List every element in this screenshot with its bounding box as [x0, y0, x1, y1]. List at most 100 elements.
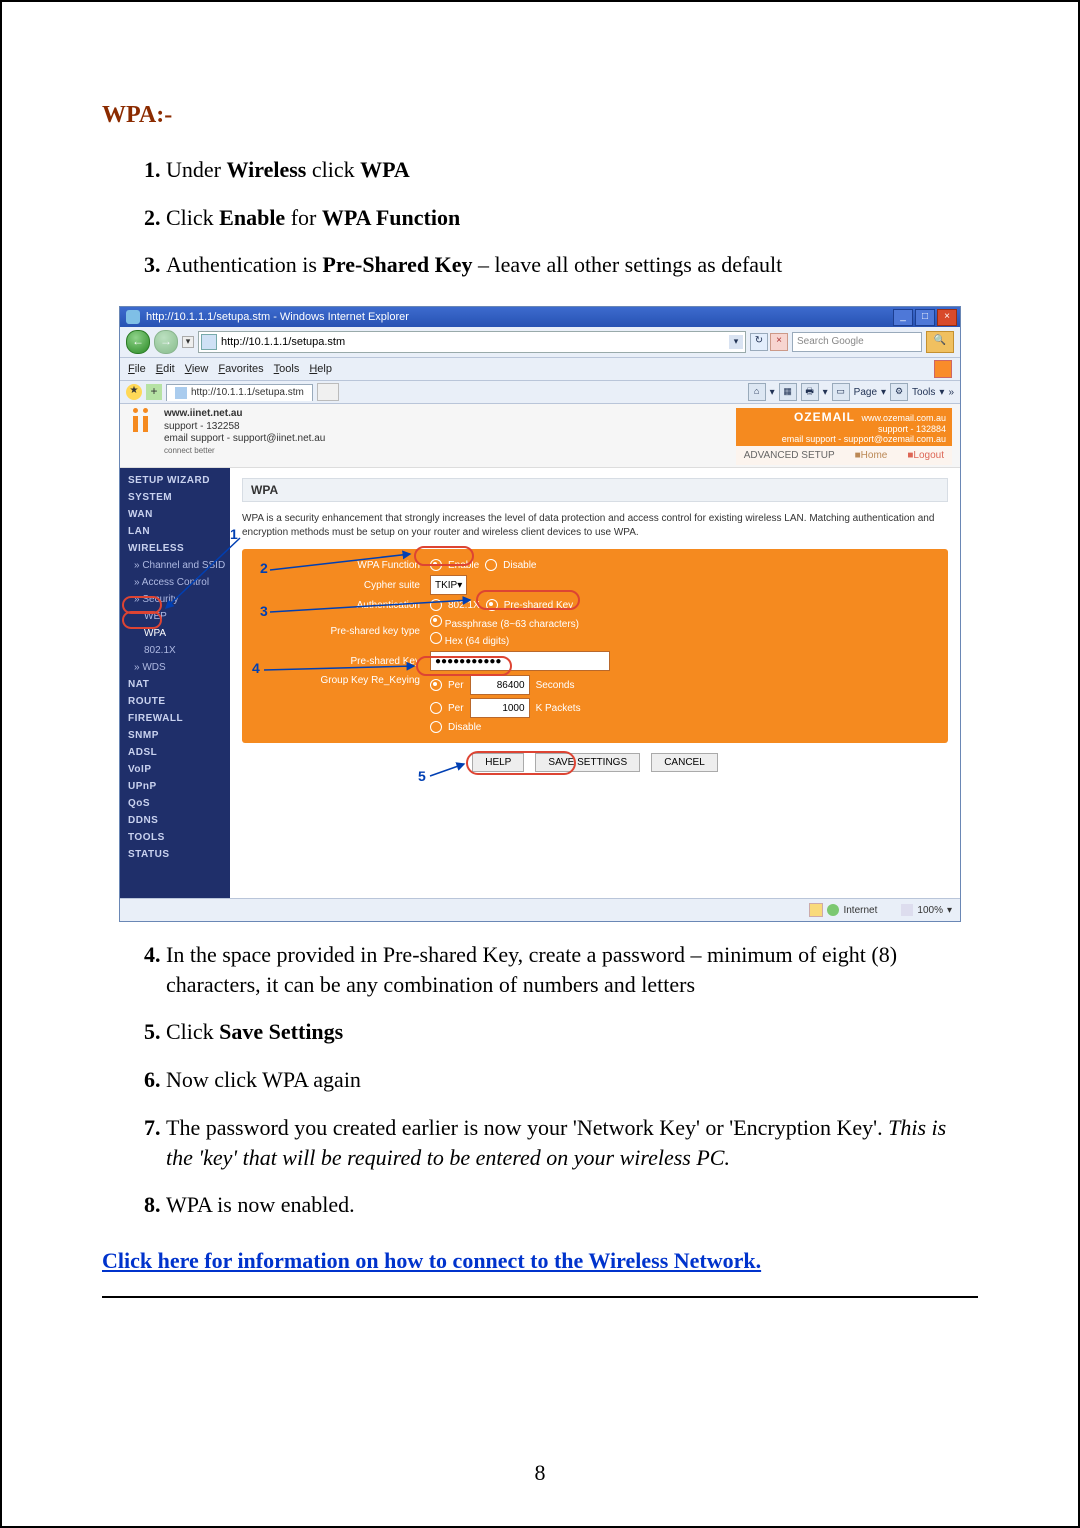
router-header: www.iinet.net.au support - 132258 email … — [120, 404, 960, 468]
tools-menu-icon[interactable]: ⚙ — [890, 383, 908, 401]
iinet-brand: www.iinet.net.au support - 132258 email … — [128, 408, 325, 456]
router-sidebar: SETUP WIZARD SYSTEM WAN LAN WIRELESS » C… — [120, 468, 230, 898]
favorites-icon[interactable]: ★ — [126, 384, 142, 400]
home-icon[interactable]: ⌂ — [748, 383, 766, 401]
side-qos[interactable]: QoS — [120, 795, 230, 812]
side-wireless[interactable]: WIRELESS — [120, 540, 230, 557]
ring-enable — [414, 546, 474, 566]
radio-rekey-seconds[interactable] — [430, 679, 442, 691]
feeds-icon[interactable]: ▦ — [779, 383, 797, 401]
step-1: Under Wireless click WPA — [166, 155, 978, 185]
page-menu-icon[interactable]: ▭ — [832, 383, 850, 401]
search-go-button[interactable]: 🔍 — [926, 331, 954, 353]
side-adsl[interactable]: ADSL — [120, 744, 230, 761]
callout-5: 5 — [418, 768, 426, 784]
side-lan[interactable]: LAN — [120, 523, 230, 540]
side-voip[interactable]: VoIP — [120, 761, 230, 778]
side-tools[interactable]: TOOLS — [120, 829, 230, 846]
radio-hex[interactable] — [430, 632, 442, 644]
radio-rekey-packets[interactable] — [430, 702, 442, 714]
side-route[interactable]: ROUTE — [120, 693, 230, 710]
ozemail-brand: OZEMAIL www.ozemail.com.au support - 132… — [736, 408, 952, 465]
minimize-button[interactable]: _ — [893, 309, 913, 326]
print-icon[interactable]: 🖶 — [801, 383, 819, 401]
back-button[interactable]: ← — [126, 330, 150, 354]
connect-wireless-link[interactable]: Click here for information on how to con… — [102, 1248, 761, 1273]
side-status[interactable]: STATUS — [120, 846, 230, 863]
arrow-3 — [270, 608, 480, 618]
side-wan[interactable]: WAN — [120, 506, 230, 523]
iinet-info: www.iinet.net.au support - 132258 email … — [164, 408, 325, 456]
cypher-select[interactable]: TKIP ▾ — [430, 575, 467, 595]
close-button[interactable]: × — [937, 309, 957, 326]
side-nat[interactable]: NAT — [120, 676, 230, 693]
screenshot: http://10.1.1.1/setupa.stm - Windows Int… — [102, 306, 978, 922]
ozemail-bar: OZEMAIL www.ozemail.com.au support - 132… — [736, 408, 952, 446]
cancel-button[interactable]: CANCEL — [651, 753, 718, 772]
document-page: WPA:- Under Wireless click WPA Click Ena… — [0, 0, 1080, 1528]
radio-rekey-disable[interactable] — [430, 721, 442, 733]
nav-dropdown[interactable]: ▾ — [182, 336, 194, 348]
side-8021x[interactable]: 802.1X — [120, 642, 230, 659]
new-tab-button[interactable] — [317, 383, 339, 401]
rss-icon[interactable] — [934, 360, 952, 378]
menu-help[interactable]: Help — [309, 363, 332, 375]
search-input[interactable]: Search Google — [792, 332, 922, 352]
forward-button[interactable]: → — [154, 330, 178, 354]
side-upnp[interactable]: UPnP — [120, 778, 230, 795]
router-top-links: ADVANCED SETUP ■Home ■Logout — [736, 446, 952, 465]
side-ddns[interactable]: DDNS — [120, 812, 230, 829]
menu-tools[interactable]: Tools — [274, 363, 300, 375]
router-main: WPA WPA is a security enhancement that s… — [230, 468, 960, 898]
side-access-control[interactable]: » Access Control — [120, 574, 230, 591]
ie-window: http://10.1.1.1/setupa.stm - Windows Int… — [119, 306, 961, 922]
step-8: WPA is now enabled. — [166, 1190, 978, 1220]
menu-file[interactable]: File — [128, 363, 146, 375]
radio-disable[interactable] — [485, 559, 497, 571]
footer-link-line: Click here for information on how to con… — [102, 1248, 978, 1274]
rekey-packets-input[interactable]: 1000 — [470, 698, 530, 718]
stop-button[interactable]: × — [770, 333, 788, 351]
side-snmp[interactable]: SNMP — [120, 727, 230, 744]
wpa-panel-title: WPA — [242, 478, 948, 502]
steps-list-top: Under Wireless click WPA Click Enable fo… — [102, 155, 978, 280]
side-channel-ssid[interactable]: » Channel and SSID — [120, 557, 230, 574]
maximize-button[interactable]: □ — [915, 309, 935, 326]
logout-link[interactable]: ■Logout — [907, 450, 944, 461]
add-favorite-icon[interactable]: + — [146, 384, 162, 400]
advanced-setup-label: ADVANCED SETUP — [744, 450, 835, 461]
row-rekey: Group Key Re_Keying Per 86400 Seconds — [250, 675, 940, 733]
row-cypher: Cypher suite TKIP ▾ — [250, 575, 940, 595]
side-system[interactable]: SYSTEM — [120, 489, 230, 506]
browser-tab[interactable]: http://10.1.1.1/setupa.stm — [166, 384, 313, 401]
button-row: HELP SAVE SETTINGS CANCEL — [242, 753, 948, 772]
step-3: Authentication is Pre-Shared Key – leave… — [166, 250, 978, 280]
rekey-seconds-input[interactable]: 86400 — [470, 675, 530, 695]
ie-icon — [126, 310, 140, 324]
page-icon — [201, 334, 217, 350]
address-field[interactable]: http://10.1.1.1/setupa.stm ▾ — [198, 331, 746, 353]
side-wds[interactable]: » WDS — [120, 659, 230, 676]
row-pktype: Pre-shared key type Passphrase (8~63 cha… — [250, 615, 940, 647]
home-link[interactable]: ■Home — [855, 450, 888, 461]
status-zoom[interactable]: 100% ▾ — [901, 904, 952, 916]
menu-view[interactable]: View — [185, 363, 209, 375]
arrow-2 — [270, 566, 420, 576]
side-setup-wizard[interactable]: SETUP WIZARD — [120, 472, 230, 489]
page-number: 8 — [2, 1460, 1078, 1486]
ie-titlebar: http://10.1.1.1/setupa.stm - Windows Int… — [120, 307, 960, 327]
ring-side-wpa — [122, 611, 162, 629]
tool-strip: ⌂▾ ▦ 🖶▾ ▭Page▾ ⚙Tools▾ » — [748, 383, 954, 401]
zoom-icon — [901, 904, 913, 916]
window-title: http://10.1.1.1/setupa.stm - Windows Int… — [146, 311, 893, 323]
address-dropdown-icon[interactable]: ▾ — [729, 335, 743, 349]
side-firewall[interactable]: FIREWALL — [120, 710, 230, 727]
menu-edit[interactable]: Edit — [156, 363, 175, 375]
chevrons-icon[interactable]: » — [948, 387, 954, 398]
refresh-button[interactable]: ↻ — [750, 333, 768, 351]
status-zone: Internet — [809, 903, 877, 917]
callout-3: 3 — [260, 603, 268, 619]
menu-favorites[interactable]: Favorites — [218, 363, 263, 375]
callout-2: 2 — [260, 560, 268, 576]
wpa-settings-panel: WPA Function Enable Disable Cypher suite — [242, 549, 948, 743]
